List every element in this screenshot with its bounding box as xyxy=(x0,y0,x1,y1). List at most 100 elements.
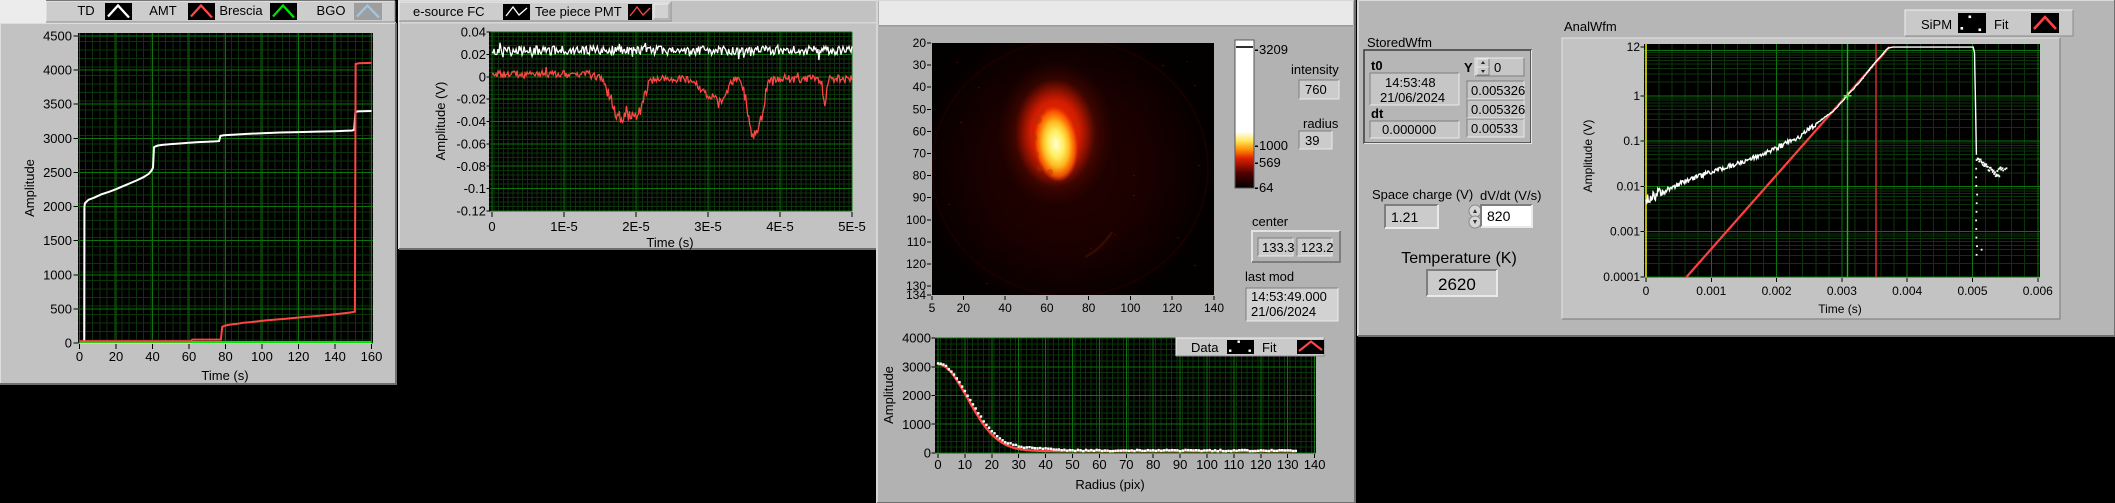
svg-text:140: 140 xyxy=(324,349,346,364)
svg-text:80: 80 xyxy=(1146,457,1160,472)
svg-text:39: 39 xyxy=(1305,133,1319,148)
svg-text:radius: radius xyxy=(1303,116,1339,131)
svg-text:20: 20 xyxy=(957,301,971,315)
svg-text:-0.12: -0.12 xyxy=(456,204,486,219)
svg-text:120: 120 xyxy=(288,349,310,364)
svg-text:40: 40 xyxy=(145,349,159,364)
svg-text:0.1: 0.1 xyxy=(1623,134,1640,148)
svg-text:0: 0 xyxy=(76,349,83,364)
svg-text:AnalWfm: AnalWfm xyxy=(1564,19,1617,34)
svg-text:100: 100 xyxy=(906,213,926,227)
svg-text:0: 0 xyxy=(1643,284,1650,298)
svg-text:1000: 1000 xyxy=(43,267,72,282)
svg-text:20: 20 xyxy=(913,36,927,50)
svg-text:4000: 4000 xyxy=(43,63,72,78)
svg-text:160: 160 xyxy=(361,349,383,364)
svg-text:20: 20 xyxy=(985,457,999,472)
svg-text:2000: 2000 xyxy=(43,199,72,214)
svg-text:0.001: 0.001 xyxy=(1696,284,1726,298)
svg-text:120: 120 xyxy=(906,257,926,271)
svg-text:40: 40 xyxy=(1038,457,1052,472)
svg-text:569: 569 xyxy=(1259,155,1281,170)
svg-text:140: 140 xyxy=(1304,457,1326,472)
svg-text:760: 760 xyxy=(1305,82,1327,97)
svg-text:1: 1 xyxy=(1633,89,1640,103)
svg-text:Brescia: Brescia xyxy=(219,3,263,18)
svg-text:70: 70 xyxy=(913,147,927,161)
svg-text:Amplitude: Amplitude xyxy=(22,159,37,217)
svg-text:Amplitude (V): Amplitude (V) xyxy=(433,82,448,161)
svg-text:1000: 1000 xyxy=(902,417,931,432)
svg-text:500: 500 xyxy=(50,301,72,316)
svg-text:100: 100 xyxy=(1196,457,1218,472)
svg-text:20: 20 xyxy=(109,349,123,364)
svg-text:0.0001: 0.0001 xyxy=(1603,270,1640,284)
svg-text:60: 60 xyxy=(1092,457,1106,472)
svg-text:100: 100 xyxy=(251,349,273,364)
svg-text:80: 80 xyxy=(913,169,927,183)
svg-text:130: 130 xyxy=(1277,457,1299,472)
svg-text:3000: 3000 xyxy=(43,131,72,146)
svg-text:110: 110 xyxy=(1224,457,1245,472)
svg-text:0: 0 xyxy=(488,219,495,234)
svg-text:0.005326: 0.005326 xyxy=(1471,83,1525,98)
svg-text:50: 50 xyxy=(913,102,927,116)
svg-text:3500: 3500 xyxy=(43,97,72,112)
svg-text:Fit: Fit xyxy=(1994,17,2009,32)
svg-text:Time (s): Time (s) xyxy=(646,235,693,250)
svg-text:2620: 2620 xyxy=(1438,275,1476,294)
svg-text:BGO: BGO xyxy=(317,3,346,18)
svg-text:0.02: 0.02 xyxy=(461,47,486,62)
svg-text:90: 90 xyxy=(913,191,927,205)
svg-text:Time (s): Time (s) xyxy=(1818,302,1862,316)
svg-text:0.04: 0.04 xyxy=(461,25,486,40)
svg-text:820: 820 xyxy=(1487,208,1511,224)
svg-text:0: 0 xyxy=(479,69,486,84)
svg-text:-0.06: -0.06 xyxy=(456,136,486,151)
svg-text:4500: 4500 xyxy=(43,29,72,44)
svg-text:1500: 1500 xyxy=(43,233,72,248)
svg-text:40: 40 xyxy=(998,301,1012,315)
svg-text:Space charge (V): Space charge (V) xyxy=(1372,187,1473,202)
svg-text:0.004: 0.004 xyxy=(1892,284,1922,298)
svg-text:4000: 4000 xyxy=(902,331,931,346)
svg-text:Fit: Fit xyxy=(1262,340,1277,355)
svg-text:1E-5: 1E-5 xyxy=(550,219,577,234)
svg-text:134: 134 xyxy=(906,288,926,302)
svg-text:0.001: 0.001 xyxy=(1610,225,1640,239)
svg-text:50: 50 xyxy=(1065,457,1079,472)
svg-text:0.000000: 0.000000 xyxy=(1382,122,1436,137)
svg-text:100: 100 xyxy=(1120,301,1140,315)
svg-text:Radius (pix): Radius (pix) xyxy=(1075,477,1144,492)
svg-text:SiPM: SiPM xyxy=(1921,17,1952,32)
svg-text:123.2: 123.2 xyxy=(1301,240,1334,255)
svg-text:70: 70 xyxy=(1119,457,1133,472)
svg-text:t0: t0 xyxy=(1371,58,1383,73)
svg-text:1.21: 1.21 xyxy=(1391,209,1418,225)
svg-text:0.00533: 0.00533 xyxy=(1471,121,1518,136)
svg-text:14:53:49.000: 14:53:49.000 xyxy=(1251,289,1327,304)
svg-text:Temperature (K): Temperature (K) xyxy=(1401,250,1517,267)
svg-text:dt: dt xyxy=(1371,106,1384,121)
svg-text:1000: 1000 xyxy=(1259,138,1288,153)
svg-text:0: 0 xyxy=(1494,60,1501,75)
svg-text:intensity: intensity xyxy=(1291,62,1339,77)
svg-text:80: 80 xyxy=(218,349,232,364)
svg-text:TD: TD xyxy=(77,3,94,18)
svg-text:Y: Y xyxy=(1464,60,1473,75)
svg-text:0.005326: 0.005326 xyxy=(1471,102,1525,117)
svg-text:4E-5: 4E-5 xyxy=(766,219,793,234)
svg-text:StoredWfm: StoredWfm xyxy=(1367,35,1432,50)
svg-text:40: 40 xyxy=(913,80,927,94)
svg-text:12: 12 xyxy=(1627,40,1641,54)
svg-text:5E-5: 5E-5 xyxy=(838,219,865,234)
svg-text:21/06/2024: 21/06/2024 xyxy=(1251,304,1316,319)
svg-text:0: 0 xyxy=(924,446,931,461)
svg-text:64: 64 xyxy=(1259,180,1273,195)
svg-text:14:53:48: 14:53:48 xyxy=(1385,75,1436,90)
svg-text:-0.04: -0.04 xyxy=(456,114,486,129)
svg-text:60: 60 xyxy=(182,349,196,364)
svg-text:110: 110 xyxy=(907,235,926,249)
svg-text:3000: 3000 xyxy=(902,359,931,374)
svg-text:10: 10 xyxy=(958,457,972,472)
